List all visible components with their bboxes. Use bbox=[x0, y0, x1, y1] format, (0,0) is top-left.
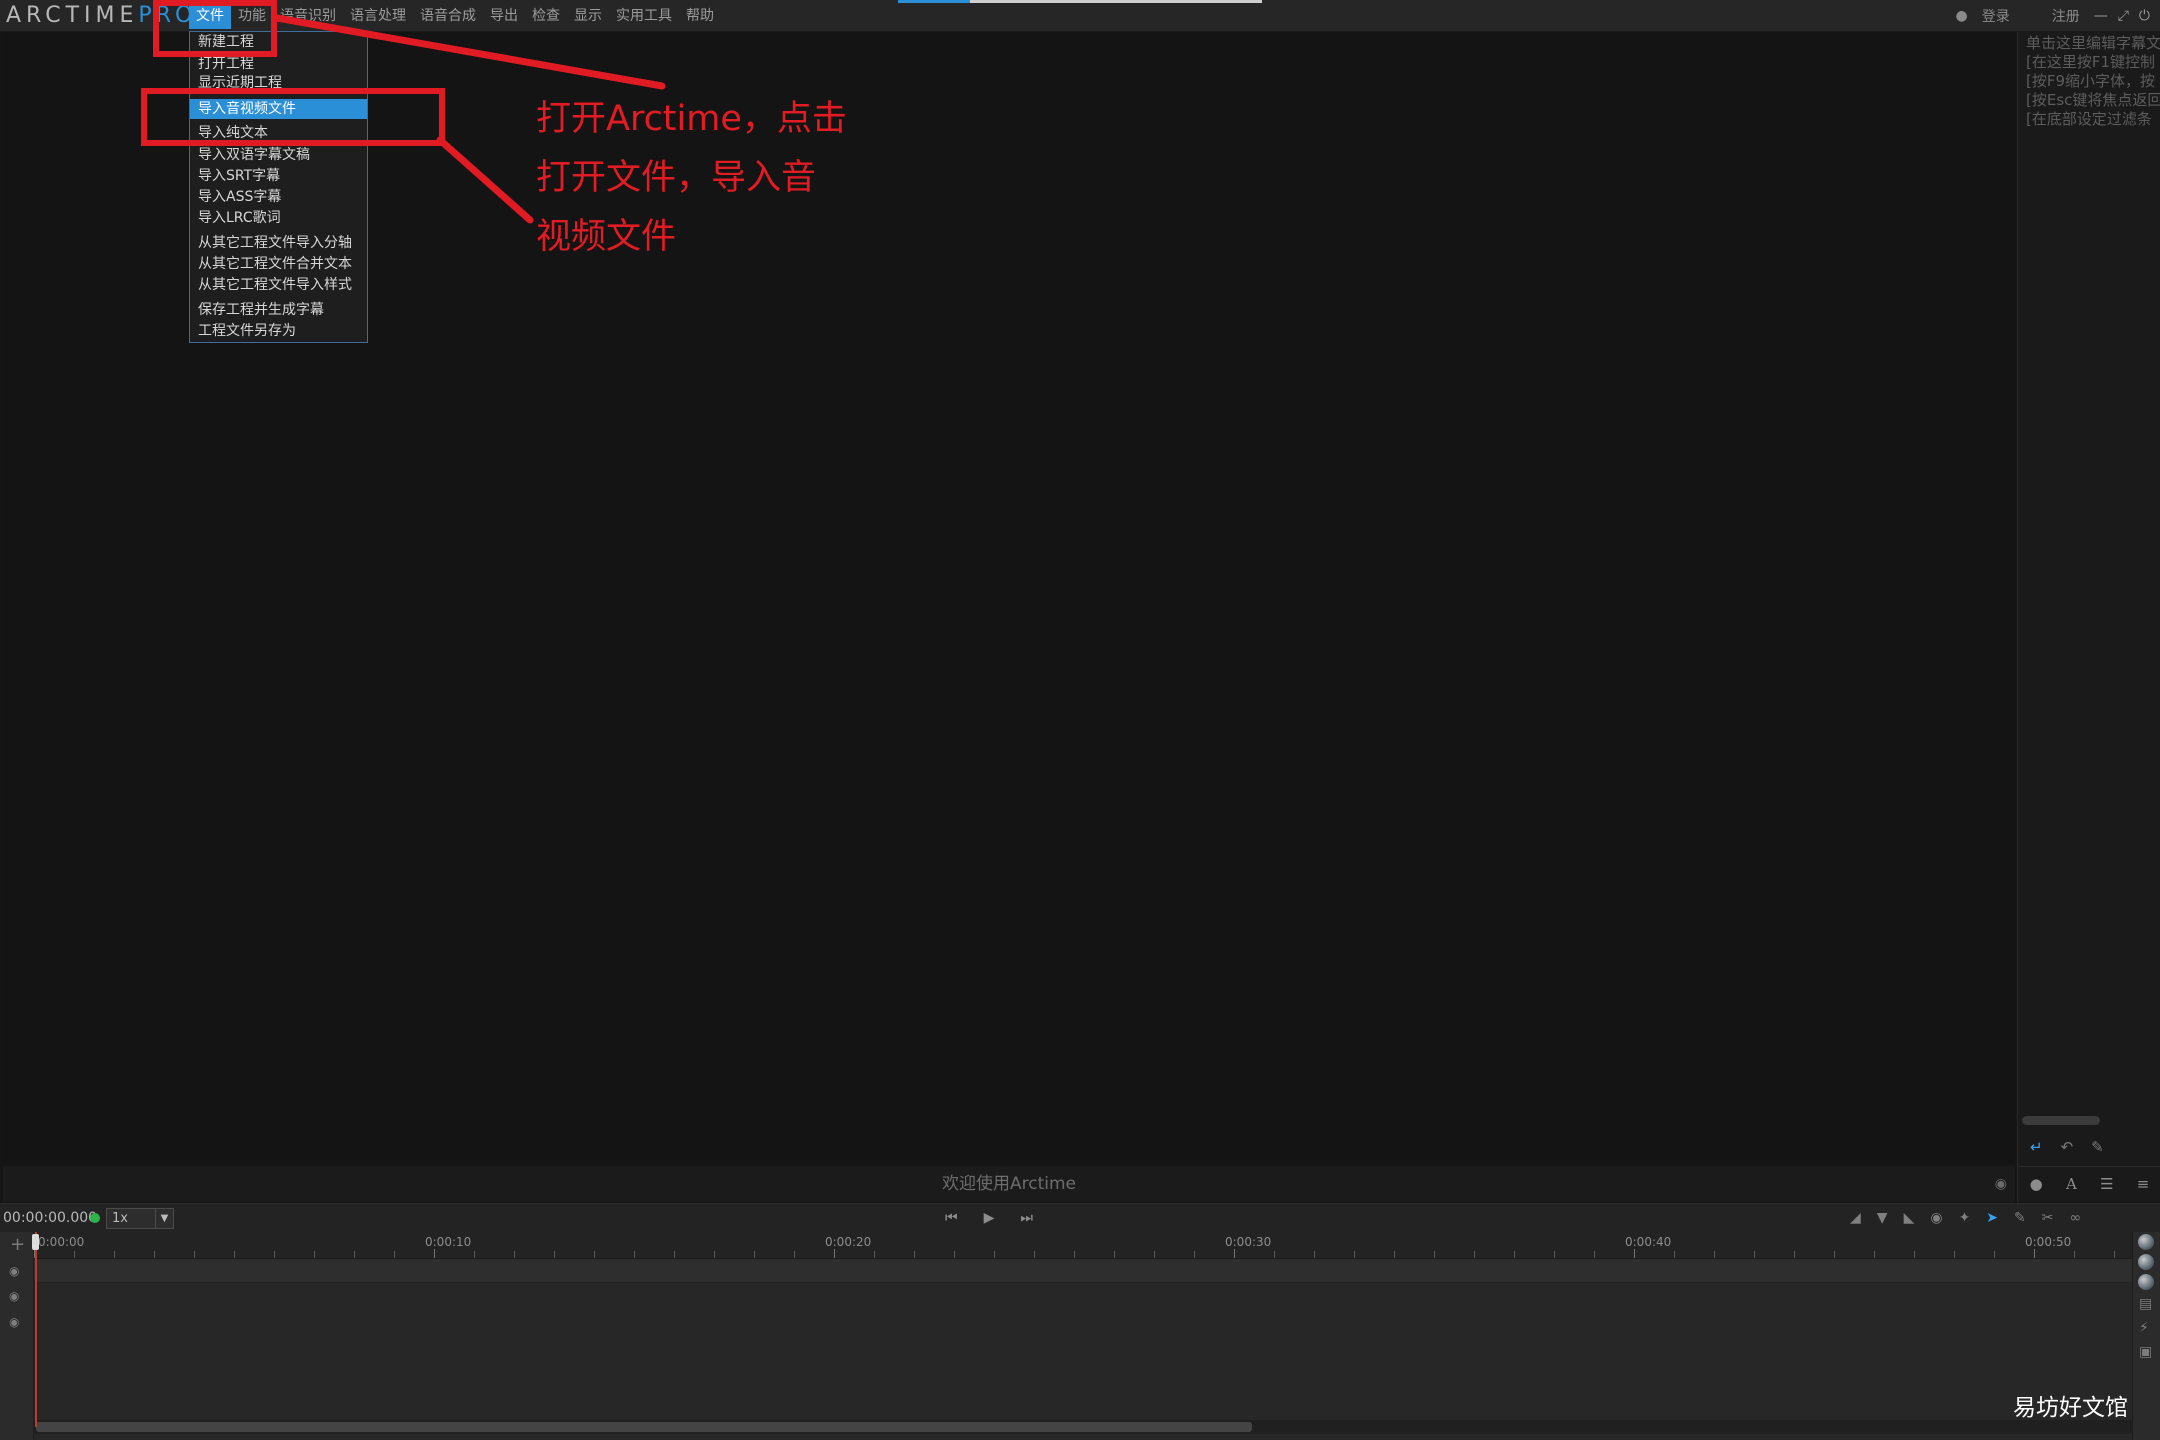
annotation-line: 打开文件，导入音 bbox=[536, 158, 817, 198]
annotation-line: 视频文件 bbox=[536, 217, 677, 257]
annotation-line: 打开Arctime，点击 bbox=[536, 99, 847, 139]
annotation-text: 打开Arctime，点击 打开文件，导入音 视频文件 bbox=[536, 90, 876, 267]
annotation-arrows bbox=[273, 14, 666, 224]
annotation-arrow-line bbox=[273, 14, 666, 90]
annotation-arrow-line bbox=[436, 136, 534, 224]
watermark: 易坊好文馆 bbox=[2013, 1395, 2128, 1421]
